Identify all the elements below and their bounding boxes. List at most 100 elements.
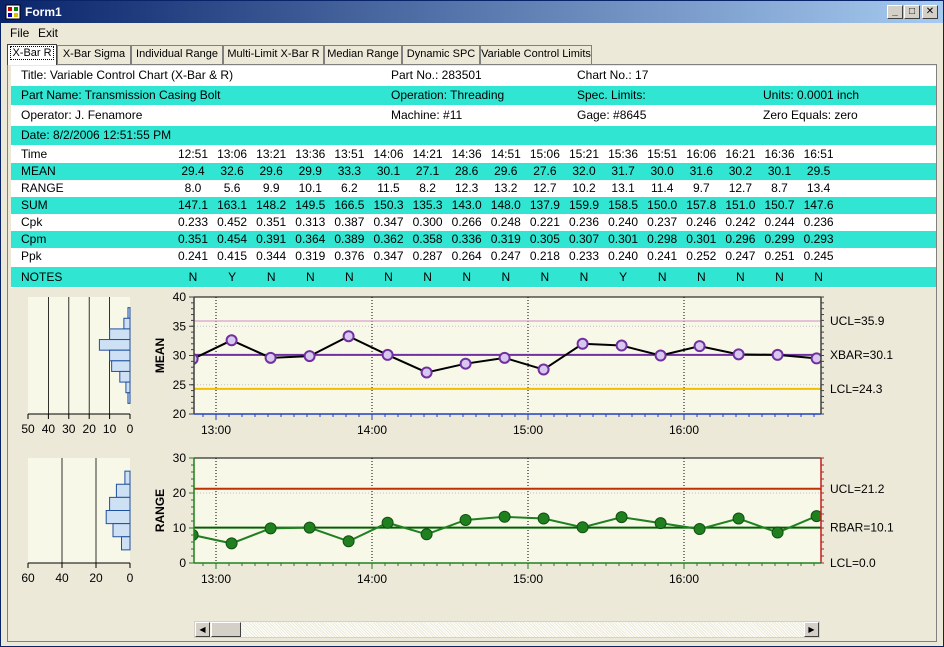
y-tick-label: 0 <box>179 556 186 570</box>
hist-tick-label: 0 <box>127 422 134 436</box>
table-cell: 0.454 <box>217 232 248 246</box>
limit-label: UCL=21.2 <box>830 482 885 496</box>
y-tick-label: 25 <box>173 378 187 392</box>
horizontal-scrollbar[interactable]: ◀ ▶ <box>194 621 820 638</box>
table-cell: 0.233 <box>568 249 600 263</box>
main-window: Form1 _ □ ✕ File Exit X-Bar R X-Bar Sigm… <box>0 0 944 647</box>
table-cell: 29.6 <box>259 164 283 178</box>
table-cell: 14:36 <box>451 147 482 161</box>
minimize-button[interactable]: _ <box>887 5 903 19</box>
x-tick-label: 14:00 <box>357 423 387 437</box>
close-button[interactable]: ✕ <box>922 5 938 19</box>
table-cell: 10.1 <box>298 181 322 195</box>
table-cell: 13.4 <box>806 181 831 195</box>
tab-dynamic-spc[interactable]: Dynamic SPC <box>402 45 480 64</box>
x-tick-label: 16:00 <box>669 423 699 437</box>
tab-individual-range[interactable]: Individual Range <box>131 45 223 64</box>
table-cell: 16:06 <box>686 147 717 161</box>
maximize-button[interactable]: □ <box>904 5 920 19</box>
hist-bar <box>125 381 131 394</box>
table-cell: 0.245 <box>803 249 834 263</box>
limit-label: LCL=24.3 <box>830 382 883 396</box>
table-cell: 31.7 <box>611 164 635 178</box>
x-tick-label: 14:00 <box>357 572 387 586</box>
units: Units: 0.0001 inch <box>763 88 860 102</box>
table-cell: 6.2 <box>341 181 358 195</box>
scroll-left-icon[interactable]: ◀ <box>195 622 210 637</box>
tab-variable-limits[interactable]: Variable Control Limits <box>480 45 592 64</box>
limit-label: LCL=0.0 <box>830 556 876 570</box>
table-cell: 0.236 <box>803 215 834 229</box>
spc-data-table: Title: Variable Control Chart (X-Bar & R… <box>11 66 936 288</box>
mean-histogram: 50 40 30 20 10 0 <box>21 297 134 436</box>
table-cell: 150.7 <box>764 198 795 212</box>
table-cell: 27.6 <box>533 164 557 178</box>
data-point <box>381 516 394 529</box>
menu-exit[interactable]: Exit <box>38 26 58 40</box>
table-cell: 0.298 <box>647 232 678 246</box>
table-cell: 157.8 <box>686 198 717 212</box>
table-cell: 32.6 <box>220 164 244 178</box>
table-cell: 9.9 <box>262 181 280 195</box>
data-point <box>498 351 511 364</box>
data-point <box>537 363 550 376</box>
part-name: Part Name: Transmission Casing Bolt <box>21 88 221 102</box>
data-point <box>303 350 316 363</box>
data-point <box>498 510 511 523</box>
table-cell: 0.240 <box>608 215 639 229</box>
tab-xbar-sigma[interactable]: X-Bar Sigma <box>57 45 131 64</box>
table-cell: 29.4 <box>181 164 205 178</box>
table-cell: N <box>462 270 472 284</box>
y-tick-label: 35 <box>173 319 187 333</box>
row-label: MEAN <box>21 164 56 178</box>
hist-tick-label: 60 <box>21 571 35 585</box>
table-cell: 0.287 <box>412 249 443 263</box>
table-cell: 12.3 <box>455 181 479 195</box>
hist-tick-label: 0 <box>127 571 134 585</box>
table-cell: 15:51 <box>647 147 678 161</box>
y-tick-label: 10 <box>173 521 187 535</box>
table-cell: N <box>305 270 315 284</box>
limit-label: RBAR=10.1 <box>830 521 894 535</box>
tab-median-range[interactable]: Median Range <box>324 45 402 64</box>
tab-multi-limit[interactable]: Multi-Limit X-Bar R <box>223 45 324 64</box>
table-row: NOTES N Y N N N N N N N N N Y N N N N N <box>11 267 936 287</box>
table-row: Cpk 0.233 0.452 0.351 0.313 0.387 0.347 0.300 0.… <box>11 214 936 231</box>
tab-xbar-r[interactable]: X-Bar R <box>7 44 57 65</box>
y-tick-label: 40 <box>173 290 187 304</box>
mean-chart: 20 25 30 35 40 13:00 14:00 15:00 16:00 MEAN UCL=35… <box>153 290 893 437</box>
range-chart: 0 10 20 30 13:00 14:00 15:00 16:00 RANGE UCL=21.2… <box>153 451 894 586</box>
scroll-thumb[interactable] <box>211 622 241 637</box>
table-cell: 159.9 <box>568 198 600 212</box>
table-cell: 29.6 <box>494 164 518 178</box>
table-cell: 15:06 <box>529 147 560 161</box>
scroll-right-icon[interactable]: ▶ <box>804 622 819 637</box>
table-cell: 11.4 <box>650 181 674 195</box>
table-cell: 0.264 <box>451 249 482 263</box>
table-cell: N <box>775 270 784 284</box>
data-point <box>810 352 821 365</box>
table-cell: 0.266 <box>451 215 482 229</box>
data-point <box>693 523 706 536</box>
table-cell: 0.300 <box>412 215 443 229</box>
table-cell: 13.1 <box>611 181 635 195</box>
hist-tick-label: 40 <box>55 571 69 585</box>
table-cell: 12:51 <box>177 147 209 161</box>
menu-file[interactable]: File <box>10 26 29 40</box>
hist-tick-label: 40 <box>42 422 56 436</box>
table-cell: 0.252 <box>686 249 717 263</box>
data-point <box>732 512 745 525</box>
x-tick-label: 15:00 <box>513 423 543 437</box>
table-cell: N <box>540 270 550 284</box>
row-label: Cpm <box>21 232 47 246</box>
table-cell: 0.351 <box>177 232 209 246</box>
title-bar[interactable]: Form1 _ □ ✕ <box>1 1 943 23</box>
table-cell: 0.364 <box>295 232 326 246</box>
data-point <box>342 535 355 548</box>
table-cell: 0.299 <box>764 232 795 246</box>
data-point <box>576 337 589 350</box>
table-cell: 0.387 <box>334 215 365 229</box>
hist-bar <box>98 339 131 351</box>
chart-title: Title: Variable Control Chart (X-Bar & R… <box>21 68 234 82</box>
table-cell: 150.3 <box>373 198 404 212</box>
